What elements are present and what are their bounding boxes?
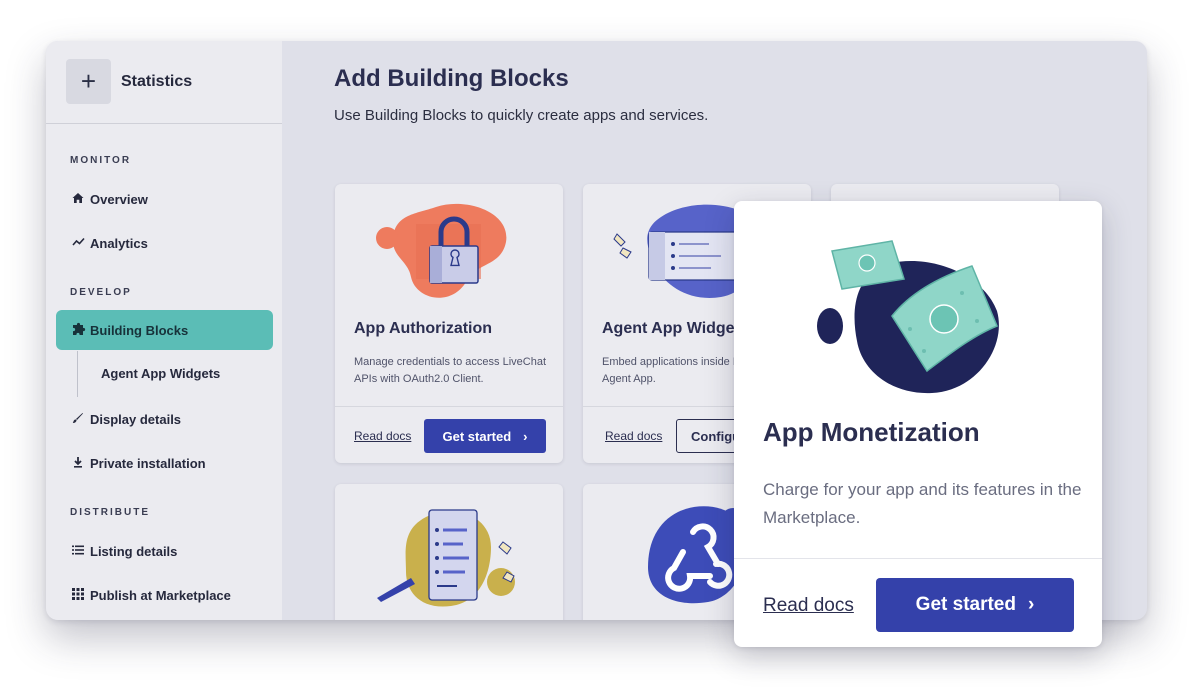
sidebar-item-analytics[interactable]: Analytics <box>56 223 273 263</box>
trend-line-icon <box>72 236 90 250</box>
get-started-button[interactable]: Get started › <box>424 419 546 453</box>
button-label: Get started <box>915 594 1016 615</box>
app-monetization-card: App Monetization Charge for your app and… <box>734 201 1102 647</box>
puzzle-icon <box>72 322 90 339</box>
section-develop: DEVELOP <box>70 287 132 298</box>
sidebar-item-overview[interactable]: Overview <box>56 179 273 219</box>
sidebar-item-label: Overview <box>90 191 148 207</box>
sidebar-item-private-installation[interactable]: Private installation <box>56 443 273 483</box>
add-button[interactable]: + <box>66 59 111 104</box>
popup-footer: Read docs Get started › <box>734 558 1102 647</box>
plus-icon: + <box>80 66 97 96</box>
chevron-right-icon: › <box>1027 594 1035 615</box>
sidebar-item-label: Listing details <box>90 543 178 559</box>
sidebar-item-listing-details[interactable]: Listing details <box>56 531 273 571</box>
section-distribute: DISTRIBUTE <box>70 507 150 518</box>
popup-description: Charge for your app and its features in … <box>763 480 1082 527</box>
sidebar-item-label: Building Blocks <box>90 322 189 338</box>
app-name: Statistics <box>121 73 193 90</box>
sidebar-item-display-details[interactable]: Display details <box>56 399 273 439</box>
sidebar-item-label: Analytics <box>90 235 148 251</box>
sidebar-item-label: Private installation <box>90 455 206 471</box>
read-docs-link[interactable]: Read docs <box>605 429 662 443</box>
sidebar-header: + Statistics <box>46 41 282 124</box>
card-app-authorization: App Authorization Manage credentials to … <box>335 184 563 463</box>
chevron-right-icon: › <box>523 428 528 444</box>
popup-title: App Monetization <box>763 417 980 447</box>
sidebar-item-building-blocks[interactable]: Building Blocks <box>56 310 273 350</box>
brush-icon <box>72 412 90 427</box>
card-mustard <box>335 484 563 620</box>
button-label: Get started <box>442 428 512 444</box>
download-icon <box>72 456 90 471</box>
sidebar-item-label: Publish at Marketplace <box>90 587 231 603</box>
card-footer: Read docs Get started › <box>335 406 563 463</box>
money-icon <box>817 240 999 394</box>
card-title: App Authorization <box>354 320 493 337</box>
lock-icon <box>376 203 507 298</box>
home-icon <box>72 192 90 207</box>
grid-icon <box>72 587 90 603</box>
sidebar-item-publish[interactable]: Publish at Marketplace <box>56 575 273 615</box>
document-edit-icon <box>377 509 515 607</box>
card-title: Agent App Widgets <box>602 320 749 337</box>
page-title: Add Building Blocks <box>334 65 569 92</box>
get-started-button[interactable]: Get started › <box>876 578 1074 632</box>
submenu-line <box>77 351 78 397</box>
sidebar-subitem-agent-app-widgets[interactable]: Agent App Widgets <box>101 366 220 381</box>
sidebar-item-label: Display details <box>90 411 182 427</box>
list-icon <box>72 544 90 558</box>
read-docs-link[interactable]: Read docs <box>763 595 854 617</box>
sidebar: + Statistics MONITOR Overview Analytics … <box>46 41 282 620</box>
section-monitor: MONITOR <box>70 155 132 166</box>
card-description: Manage credentials to access LiveChat AP… <box>354 356 546 385</box>
read-docs-link[interactable]: Read docs <box>354 429 411 443</box>
page-subtitle: Use Building Blocks to quickly create ap… <box>334 107 709 124</box>
